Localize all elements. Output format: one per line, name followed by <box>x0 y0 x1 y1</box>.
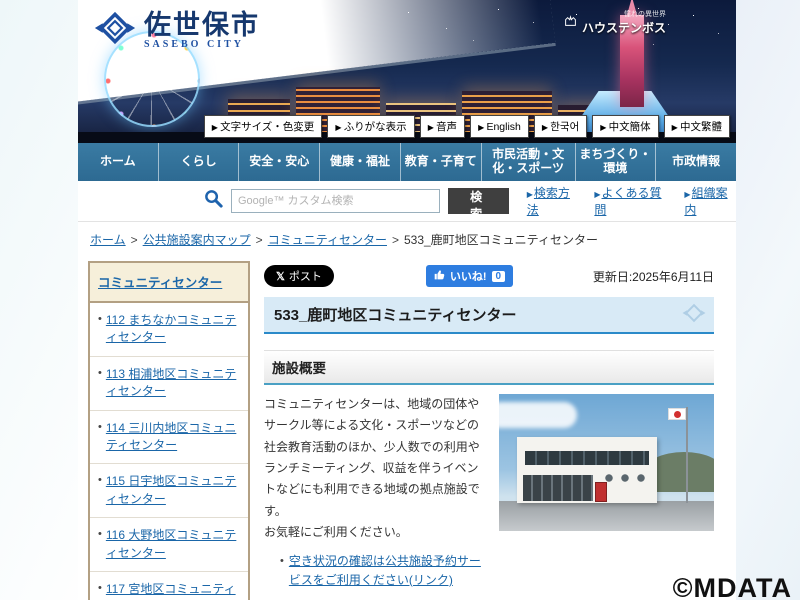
search-icon <box>204 189 223 213</box>
sidebar-list: • 112 まちなかコミュニティセンター • 113 相浦地区コミュニティセンター … <box>90 303 248 600</box>
nav-kurashi[interactable]: くらし <box>159 143 240 181</box>
main-column: ポスト いいね! 0 更新日:2025年6月11日 533_鹿町地区コミュニティ… <box>264 261 714 600</box>
flag-icon <box>668 408 686 420</box>
sidebar-item-117: •117 宮地区コミュニティセンター <box>90 572 248 600</box>
site-title: 佐世保市 <box>144 9 260 40</box>
sidebar-item-113: • 113 相浦地区コミュニティセンター <box>90 357 248 411</box>
chinese-traditional-button[interactable]: 中文繁體 <box>663 115 730 138</box>
utility-button-row: 文字サイズ・色変更 ふりがな表示 音声 English 한국어 中文簡体 中文繁… <box>203 115 730 138</box>
facility-photo <box>499 394 714 531</box>
nav-machizukuri[interactable]: まちづくり・環境 <box>576 143 657 181</box>
sidebar: コミュニティセンター • 112 まちなかコミュニティセンター • 113 相浦地区… <box>88 261 250 600</box>
section-overview-heading: 施設概要 <box>264 350 714 385</box>
search-bar: 検 索 検索方法 よくある質問 組織案内 <box>78 181 736 222</box>
audio-button[interactable]: 音声 <box>419 115 466 138</box>
overview-paragraph-1: コミュニティセンターは、地域の団体やサークル等による文化・スポーツなどの社会教育… <box>264 397 480 518</box>
faq-link[interactable]: よくある質問 <box>594 184 668 218</box>
sidebar-title-link[interactable]: コミュニティセンター <box>98 276 222 290</box>
social-row: ポスト いいね! 0 更新日:2025年6月11日 <box>264 265 714 287</box>
site-container: 佐世保市 SASEBO CITY 憧れの異世界 ハウステンボス 文字サイズ・色変… <box>78 0 736 600</box>
sidebar-link-113[interactable]: 113 相浦地区コミュニティセンター <box>106 366 242 401</box>
nav-kenko-fukushi[interactable]: 健康・福祉 <box>320 143 401 181</box>
huis-ten-bosch-credit: 憧れの異世界 ハウステンボス <box>564 9 666 36</box>
site-logo[interactable]: 佐世保市 SASEBO CITY <box>94 7 260 54</box>
x-icon <box>276 270 285 283</box>
overview-body: コミュニティセンターは、地域の団体やサークル等による文化・スポーツなどの社会教育… <box>264 394 714 590</box>
sidebar-item-112: • 112 まちなかコミュニティセンター <box>90 303 248 357</box>
sidebar-link-114[interactable]: 114 三川内地区コミュニティセンター <box>106 420 242 455</box>
updated-date: 更新日:2025年6月11日 <box>592 269 714 284</box>
htb-tagline: 憧れの異世界 <box>624 11 666 18</box>
sidebar-item-116: • 116 大野地区コミュニティセンター <box>90 518 248 572</box>
title-emblem-icon <box>682 301 706 330</box>
city-emblem-icon <box>94 7 136 54</box>
nav-shisei-joho[interactable]: 市政情報 <box>656 143 736 181</box>
hero-banner: 佐世保市 SASEBO CITY 憧れの異世界 ハウステンボス 文字サイズ・色変… <box>78 0 736 143</box>
sidebar-link-117[interactable]: 117 宮地区コミュニティセンター <box>106 581 242 600</box>
sidebar-link-116[interactable]: 116 大野地区コミュニティセンター <box>106 527 242 562</box>
breadcrumb-community-center[interactable]: コミュニティセンター <box>268 233 387 247</box>
nav-anzen-anshin[interactable]: 安全・安心 <box>239 143 321 181</box>
organization-link[interactable]: 組織案内 <box>684 184 736 218</box>
sidebar-item-115: • 115 日宇地区コミュニティセンター <box>90 464 248 519</box>
search-input[interactable] <box>231 189 440 213</box>
breadcrumb-home[interactable]: ホーム <box>90 233 126 247</box>
korean-button[interactable]: 한국어 <box>533 115 588 138</box>
sidebar-item-114: • 114 三川内地区コミュニティセンター <box>90 411 248 465</box>
nav-kyoiku-kosodate[interactable]: 教育・子育て <box>401 143 482 181</box>
htb-name: ハウステンボス <box>581 21 666 35</box>
sidebar-link-112[interactable]: 112 まちなかコミュニティセンター <box>106 312 242 347</box>
reservation-service-link[interactable]: 空き状況の確認は公共施設予約サービスをご利用ください(リンク) <box>289 552 487 590</box>
sidebar-header: コミュニティセンター <box>90 263 248 303</box>
huis-ten-bosch-crest-icon <box>564 14 577 32</box>
chinese-simplified-button[interactable]: 中文簡体 <box>592 115 659 138</box>
sidebar-link-115[interactable]: 115 日宇地区コミュニティセンター <box>106 473 242 508</box>
breadcrumb-current: 533_鹿町地区コミュニティセンター <box>403 233 598 247</box>
overview-text: コミュニティセンターは、地域の団体やサークル等による文化・スポーツなどの社会教育… <box>264 394 487 590</box>
english-button[interactable]: English <box>470 115 529 138</box>
site-subtitle: SASEBO CITY <box>144 39 244 51</box>
thumbs-up-icon <box>434 269 445 283</box>
global-nav: ホーム くらし 安全・安心 健康・福祉 教育・子育て 市民活動・文化・スポーツ … <box>78 143 736 181</box>
page-title-bar: 533_鹿町地区コミュニティセンター <box>264 297 714 334</box>
furigana-button[interactable]: ふりがな表示 <box>327 115 415 138</box>
x-post-button[interactable]: ポスト <box>264 265 334 287</box>
like-button[interactable]: いいね! 0 <box>425 265 514 287</box>
watermark: ©MDATA <box>672 573 792 600</box>
search-button[interactable]: 検 索 <box>447 188 509 221</box>
like-count: 0 <box>491 270 506 282</box>
overview-paragraph-2: お気軽にご利用ください。 <box>264 525 408 540</box>
search-method-link[interactable]: 検索方法 <box>527 184 579 218</box>
nav-shimin-katsudo[interactable]: 市民活動・文化・スポーツ <box>482 143 576 181</box>
breadcrumb-facility-map[interactable]: 公共施設案内マップ <box>143 233 251 247</box>
content-area: コミュニティセンター • 112 まちなかコミュニティセンター • 113 相浦地区… <box>78 257 736 600</box>
reservation-link-row: • 空き状況の確認は公共施設予約サービスをご利用ください(リンク) <box>280 552 487 590</box>
font-size-color-button[interactable]: 文字サイズ・色変更 <box>203 115 323 138</box>
breadcrumb: ホーム > 公共施設案内マップ > コミュニティセンター >533_鹿町地区コミュニティセ… <box>78 222 736 257</box>
page-title: 533_鹿町地区コミュニティセンター <box>274 307 517 324</box>
nav-home[interactable]: ホーム <box>78 143 159 181</box>
search-help-links: 検索方法 よくある質問 組織案内 <box>527 184 736 218</box>
